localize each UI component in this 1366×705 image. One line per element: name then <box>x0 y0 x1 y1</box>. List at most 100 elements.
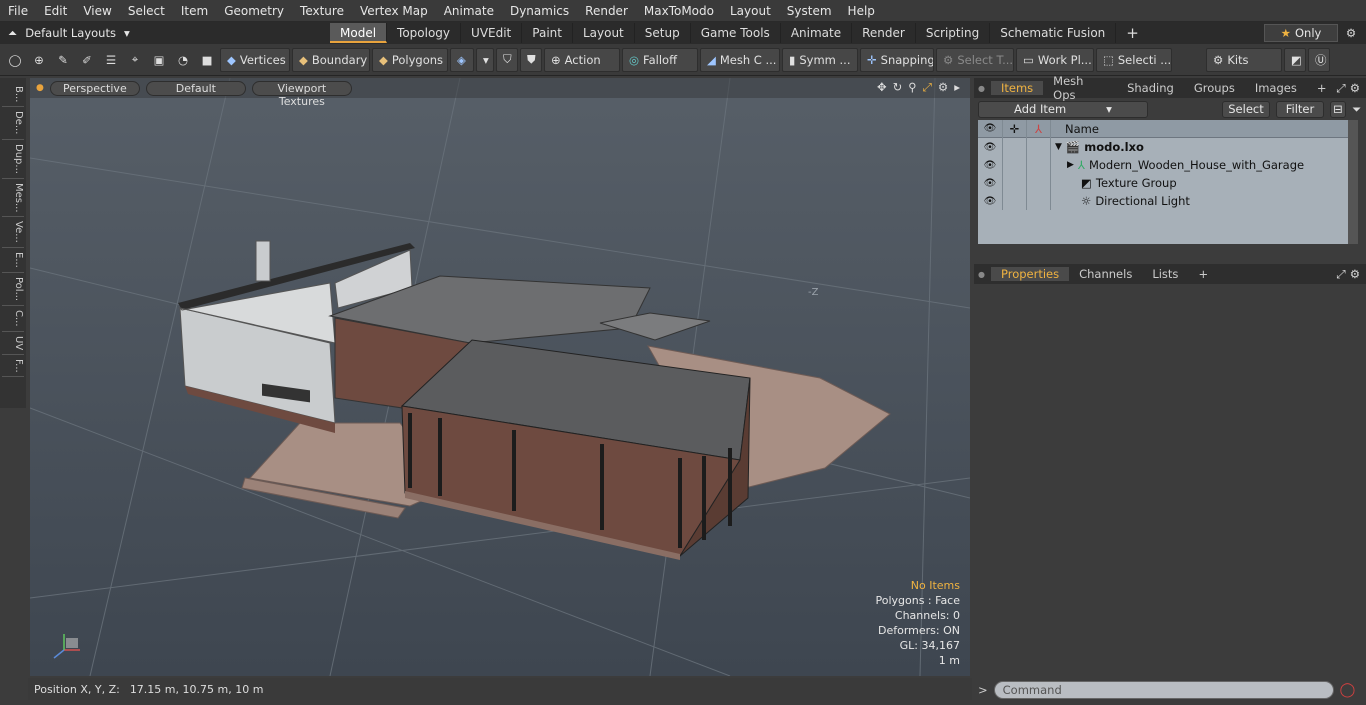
menu-help[interactable]: Help <box>840 4 883 18</box>
layouts-dropdown[interactable]: ⏶ Default Layouts ▾ <box>0 26 330 41</box>
tab-channels[interactable]: Channels <box>1069 267 1142 281</box>
record-icon[interactable]: ◯ <box>1340 682 1356 698</box>
visibility-header-icon[interactable]: 👁 <box>978 123 1002 134</box>
globe-icon[interactable]: ⊕ <box>28 48 50 72</box>
falloff-button[interactable]: ◎ Falloff <box>622 47 698 72</box>
menu-texture[interactable]: Texture <box>292 4 352 18</box>
perspective-button[interactable]: Perspective <box>49 80 140 96</box>
menu-edit[interactable]: Edit <box>36 4 75 18</box>
tab-groups[interactable]: Groups <box>1184 81 1245 95</box>
tree-row[interactable]: 👁 ▶ ⅄ Modern_Wooden_House_with_Garage <box>978 156 1348 174</box>
menu-vertex-map[interactable]: Vertex Map <box>352 4 436 18</box>
viewport-menu-arrow-icon[interactable]: ▸ <box>954 80 960 95</box>
viewport-dot-icon[interactable]: ● <box>36 83 44 93</box>
funnel-icon[interactable]: ⏷ <box>1352 102 1361 117</box>
menu-item[interactable]: Item <box>173 4 216 18</box>
tab-items[interactable]: Items <box>990 81 1044 95</box>
panel-expand-icon[interactable]: ⤢ <box>1336 81 1345 96</box>
mode-dropdown[interactable]: ▾ <box>476 47 494 72</box>
tab-images[interactable]: Images <box>1245 81 1307 95</box>
add-panel-tab-button[interactable]: + <box>1307 81 1337 95</box>
symmetry-button[interactable]: ▮ Symm ... <box>782 47 858 72</box>
side-tab-uv[interactable]: UV <box>2 332 24 355</box>
pen-icon[interactable]: ✎ <box>52 48 74 72</box>
side-tab-mesh[interactable]: Mes... <box>2 179 24 218</box>
menu-dynamics[interactable]: Dynamics <box>502 4 577 18</box>
cube-solid-icon[interactable]: ■ <box>196 48 218 72</box>
shading-default-button[interactable]: Default <box>145 80 246 96</box>
action-button[interactable]: ⊕ Action <box>544 47 620 72</box>
axes-header-icon[interactable]: ⅄ <box>1026 119 1050 138</box>
tab-model[interactable]: Model <box>330 23 388 43</box>
align-icon[interactable]: ☰ <box>100 48 122 72</box>
tree-scrollbar[interactable] <box>1348 120 1358 244</box>
tree-row[interactable]: 👁 ◩ Texture Group <box>978 174 1348 192</box>
maximize-icon[interactable]: ⤢ <box>923 80 932 95</box>
square-target-icon[interactable]: ▣ <box>148 48 170 72</box>
side-tab-basic[interactable]: B... <box>2 82 24 108</box>
3d-viewport[interactable]: -Z ● Perspective Default Viewport Textur… <box>30 78 970 676</box>
shield-button[interactable]: ⛉ <box>496 47 518 72</box>
select-through-button[interactable]: ⚙ Select T... <box>936 47 1014 72</box>
tab-uvedit[interactable]: UVEdit <box>461 23 523 43</box>
selection-sets-button[interactable]: ⬚ Selecti ... <box>1096 47 1172 72</box>
add-tab-button[interactable]: + <box>1116 23 1149 43</box>
panel-dot-icon[interactable]: ● <box>978 84 985 93</box>
filter-button[interactable]: Filter <box>1276 100 1324 118</box>
tab-game-tools[interactable]: Game Tools <box>691 23 781 43</box>
menu-view[interactable]: View <box>75 4 119 18</box>
expanded-arrow-icon[interactable]: ▼ <box>1055 142 1062 152</box>
only-toggle[interactable]: ★ Only <box>1264 24 1338 42</box>
tab-properties[interactable]: Properties <box>990 267 1070 281</box>
tree-row[interactable]: 👁 ▼ 🎬 modo.lxo <box>978 138 1348 156</box>
kits-button[interactable]: ⚙ Kits <box>1206 47 1282 72</box>
menu-geometry[interactable]: Geometry <box>216 4 292 18</box>
panel-gear-icon[interactable]: ⚙ <box>1350 81 1360 95</box>
tab-paint[interactable]: Paint <box>522 23 573 43</box>
side-tab-edge[interactable]: E... <box>2 248 24 273</box>
lock-header-icon[interactable]: ✛ <box>1002 119 1026 138</box>
side-tab-curve[interactable]: C... <box>2 306 24 332</box>
polygons-button[interactable]: ◆ Polygons <box>372 47 448 72</box>
viewport-gear-icon[interactable]: ⚙ <box>938 80 948 95</box>
panel-dot-icon[interactable]: ● <box>978 270 985 279</box>
collapsed-arrow-icon[interactable]: ▶ <box>1067 160 1074 170</box>
mesh-constraint-button[interactable]: ◢ Mesh C ... <box>700 47 780 72</box>
rotate-icon[interactable]: ↻ <box>893 80 903 95</box>
menu-animate[interactable]: Animate <box>436 4 502 18</box>
unreal-button[interactable]: Ⓤ <box>1308 47 1330 72</box>
viewport-textures-button[interactable]: Viewport Textures <box>251 80 352 108</box>
eye-icon[interactable]: 👁 <box>978 196 1002 207</box>
eye-icon[interactable]: 👁 <box>978 160 1002 171</box>
shield2-button[interactable]: ⛊ <box>520 47 542 72</box>
menu-select[interactable]: Select <box>120 4 173 18</box>
gear-icon[interactable]: ⚙ <box>1342 24 1360 42</box>
side-tab-duplicate[interactable]: Dup... <box>2 140 24 179</box>
tab-setup[interactable]: Setup <box>635 23 691 43</box>
zoom-icon[interactable]: ⚲ <box>908 80 916 95</box>
add-item-button[interactable]: Add Item ▾ <box>978 100 1148 118</box>
vertices-button[interactable]: ◆ Vertices <box>220 47 290 72</box>
tab-topology[interactable]: Topology <box>387 23 462 43</box>
tab-animate[interactable]: Animate <box>781 23 853 43</box>
tab-mesh-ops[interactable]: Mesh Ops <box>1043 74 1117 102</box>
brush-icon[interactable]: ✐ <box>76 48 98 72</box>
panel-gear-icon[interactable]: ⚙ <box>1350 267 1360 281</box>
panel-expand-icon[interactable]: ⤢ <box>1336 267 1345 282</box>
tab-lists[interactable]: Lists <box>1142 267 1188 281</box>
center-icon[interactable]: ⌖ <box>124 48 146 72</box>
menu-system[interactable]: System <box>779 4 840 18</box>
tab-scripting[interactable]: Scripting <box>916 23 991 43</box>
tab-schematic-fusion[interactable]: Schematic Fusion <box>990 23 1117 43</box>
menu-layout[interactable]: Layout <box>722 4 779 18</box>
menu-file[interactable]: File <box>0 4 36 18</box>
unity-button[interactable]: ◩ <box>1284 47 1306 72</box>
item-mode-button[interactable]: ◈ <box>450 47 474 72</box>
work-plane-button[interactable]: ▭ Work Pl... <box>1016 47 1094 72</box>
expand-arrow-icon[interactable]: ⏶ <box>8 26 17 41</box>
side-tab-fusion[interactable]: F... <box>2 355 24 378</box>
boundary-button[interactable]: ◆ Boundary <box>292 47 370 72</box>
select-button[interactable]: Select <box>1222 100 1270 118</box>
tab-render[interactable]: Render <box>852 23 916 43</box>
menu-render[interactable]: Render <box>577 4 636 18</box>
